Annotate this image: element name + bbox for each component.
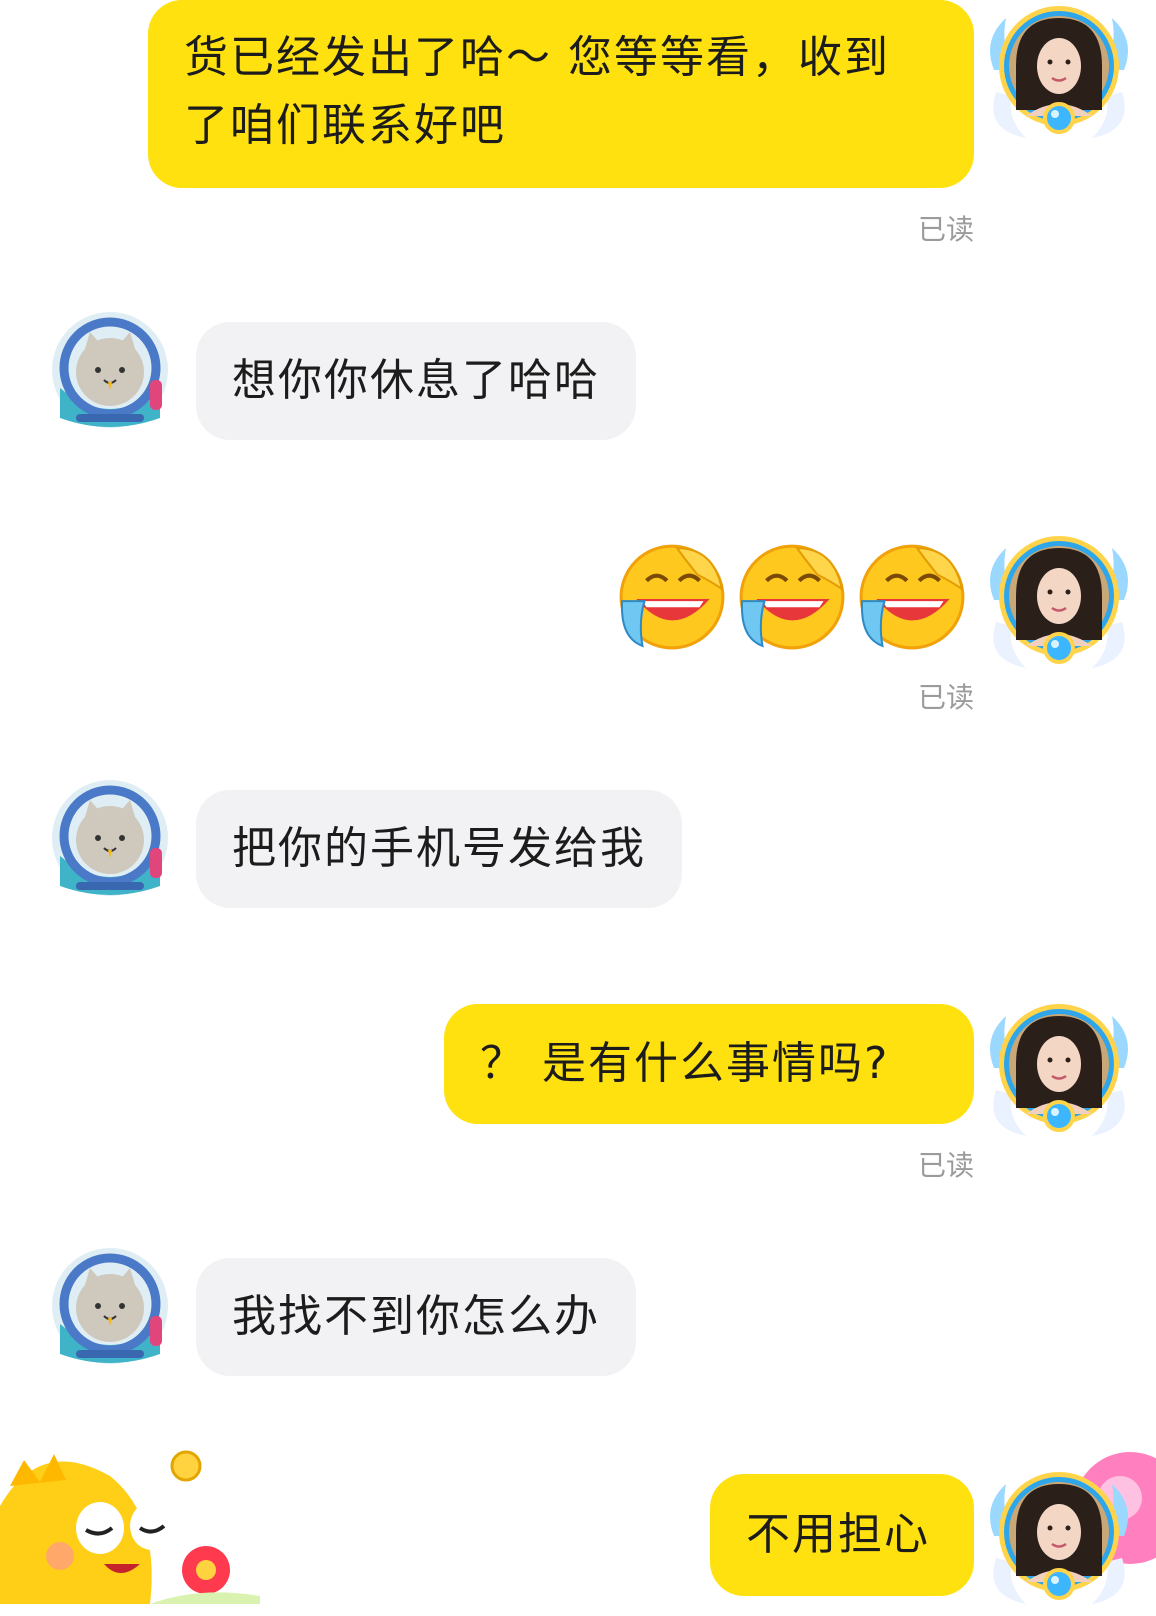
- message-text-line: 了咱们联系好吧: [184, 100, 506, 151]
- my-avatar[interactable]: [986, 0, 1132, 146]
- message-bubble-received[interactable]: 想你你休息了哈哈: [196, 322, 636, 440]
- message-text: 把你的手机号发给我: [232, 823, 646, 874]
- contact-avatar[interactable]: [50, 1246, 170, 1366]
- message-text-line: 货已经发出了哈～ 您等等看，收到: [184, 32, 890, 83]
- laughing-crying-emoji-icon: [616, 540, 728, 652]
- contact-avatar[interactable]: [50, 310, 170, 430]
- message-bubble-sent[interactable]: 货已经发出了哈～ 您等等看，收到 了咱们联系好吧: [148, 0, 974, 188]
- message-bubble-received[interactable]: 把你的手机号发给我: [196, 790, 682, 908]
- emoji-message[interactable]: [616, 540, 972, 650]
- my-avatar[interactable]: [986, 998, 1132, 1144]
- read-status: 已读: [917, 681, 974, 714]
- message-text: ？ 是有什么事情吗?: [480, 1038, 890, 1089]
- read-status: 已读: [917, 1149, 974, 1182]
- message-bubble-received[interactable]: 我找不到你怎么办: [196, 1258, 636, 1376]
- message-text: 我找不到你怎么办: [232, 1291, 600, 1342]
- read-status: 已读: [917, 213, 974, 246]
- laughing-crying-emoji-icon: [856, 540, 968, 652]
- message-bubble-sent[interactable]: 不用担心: [710, 1474, 974, 1596]
- mascot-decoration: [0, 1450, 260, 1604]
- contact-avatar[interactable]: [50, 778, 170, 898]
- laughing-crying-emoji-icon: [736, 540, 848, 652]
- my-avatar[interactable]: [986, 1466, 1132, 1612]
- message-bubble-sent[interactable]: ？ 是有什么事情吗?: [444, 1004, 974, 1124]
- message-text: 想你你休息了哈哈: [232, 355, 600, 406]
- my-avatar[interactable]: [986, 530, 1132, 676]
- message-text: 不用担心: [746, 1509, 930, 1560]
